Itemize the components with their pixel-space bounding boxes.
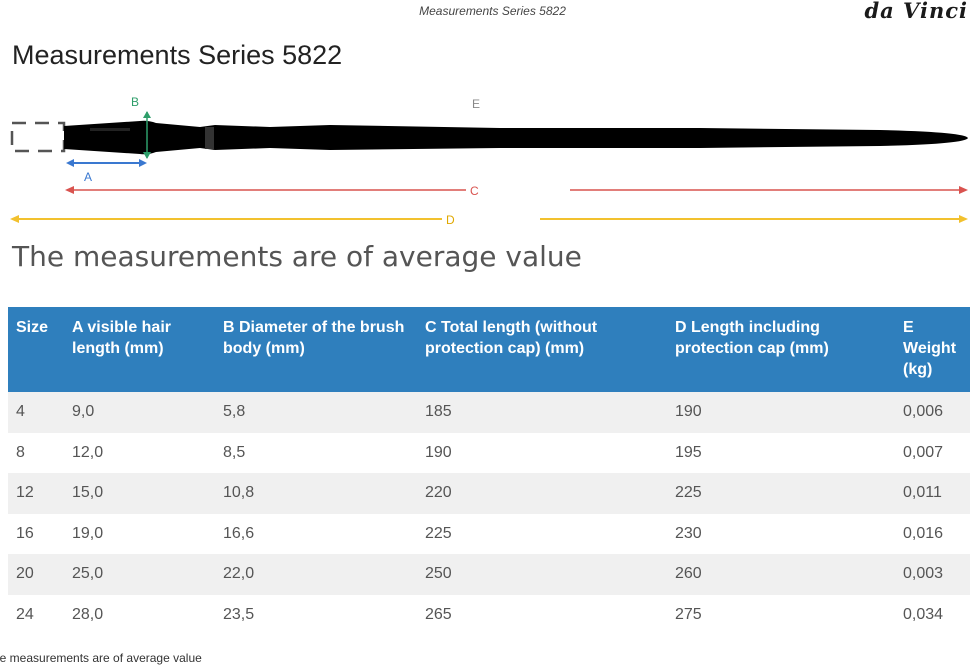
dimension-a xyxy=(66,159,147,167)
page-title: Measurements Series 5822 xyxy=(12,40,343,70)
cell-length-with-cap: 230 xyxy=(667,513,895,554)
label-c: C xyxy=(470,184,479,198)
cell-hair-length: 19,0 xyxy=(64,513,215,554)
cell-diameter: 22,0 xyxy=(215,554,417,595)
label-e: E xyxy=(472,97,480,111)
measurements-note-heading: The measurements are of average value xyxy=(12,240,582,273)
dimension-c xyxy=(65,186,968,194)
cell-diameter: 23,5 xyxy=(215,594,417,635)
cell-hair-length: 28,0 xyxy=(64,594,215,635)
label-b: B xyxy=(131,95,139,109)
cell-size: 4 xyxy=(8,392,64,433)
cell-size: 20 xyxy=(8,554,64,595)
cell-hair-length: 25,0 xyxy=(64,554,215,595)
cell-weight: 0,016 xyxy=(895,513,970,554)
cell-hair-length: 12,0 xyxy=(64,432,215,473)
protection-cap-outline xyxy=(10,121,66,153)
brush-measurement-diagram: E B A C D xyxy=(10,95,968,227)
cell-total-length: 250 xyxy=(417,554,667,595)
cell-size: 12 xyxy=(8,473,64,514)
footnote: he measurements are of average value xyxy=(0,651,202,665)
cell-diameter: 5,8 xyxy=(215,392,417,433)
label-a: A xyxy=(84,170,92,184)
table-row: 20 25,0 22,0 250 260 0,003 xyxy=(8,554,970,595)
header-total-length: C Total length (without protection cap) … xyxy=(417,307,667,392)
header-visible-hair-length: A visible hair length (mm) xyxy=(64,307,215,392)
cell-total-length: 265 xyxy=(417,594,667,635)
cell-hair-length: 9,0 xyxy=(64,392,215,433)
header-size: Size xyxy=(8,307,64,392)
cell-diameter: 10,8 xyxy=(215,473,417,514)
table-header-row: Size A visible hair length (mm) B Diamet… xyxy=(8,307,970,392)
table-row: 8 12,0 8,5 190 195 0,007 xyxy=(8,432,970,473)
brand-logo: da Vinci xyxy=(864,0,968,23)
table-row: 4 9,0 5,8 185 190 0,006 xyxy=(8,392,970,433)
table-row: 16 19,0 16,6 225 230 0,016 xyxy=(8,513,970,554)
cell-length-with-cap: 275 xyxy=(667,594,895,635)
brush-silhouette xyxy=(64,120,968,155)
cell-hair-length: 15,0 xyxy=(64,473,215,514)
cell-length-with-cap: 195 xyxy=(667,432,895,473)
cell-length-with-cap: 260 xyxy=(667,554,895,595)
cell-diameter: 16,6 xyxy=(215,513,417,554)
document-header-title: Measurements Series 5822 xyxy=(419,4,566,18)
cell-length-with-cap: 225 xyxy=(667,473,895,514)
cell-total-length: 190 xyxy=(417,432,667,473)
ferrule-band xyxy=(205,127,214,149)
cell-length-with-cap: 190 xyxy=(667,392,895,433)
cell-weight: 0,006 xyxy=(895,392,970,433)
table-row: 12 15,0 10,8 220 225 0,011 xyxy=(8,473,970,514)
measurements-table: Size A visible hair length (mm) B Diamet… xyxy=(8,307,970,635)
label-d: D xyxy=(446,213,455,227)
handle-highlight xyxy=(90,128,130,131)
cell-total-length: 225 xyxy=(417,513,667,554)
cell-total-length: 185 xyxy=(417,392,667,433)
cell-size: 24 xyxy=(8,594,64,635)
dimension-d xyxy=(10,215,968,223)
header-weight: E Weight (kg) xyxy=(895,307,970,392)
header-length-with-cap: D Length including protection cap (mm) xyxy=(667,307,895,392)
cell-size: 8 xyxy=(8,432,64,473)
cell-weight: 0,011 xyxy=(895,473,970,514)
cell-diameter: 8,5 xyxy=(215,432,417,473)
cell-weight: 0,034 xyxy=(895,594,970,635)
cell-weight: 0,007 xyxy=(895,432,970,473)
table-row: 24 28,0 23,5 265 275 0,034 xyxy=(8,594,970,635)
cell-weight: 0,003 xyxy=(895,554,970,595)
cell-size: 16 xyxy=(8,513,64,554)
header-brush-body-diameter: B Diameter of the brush body (mm) xyxy=(215,307,417,392)
cell-total-length: 220 xyxy=(417,473,667,514)
